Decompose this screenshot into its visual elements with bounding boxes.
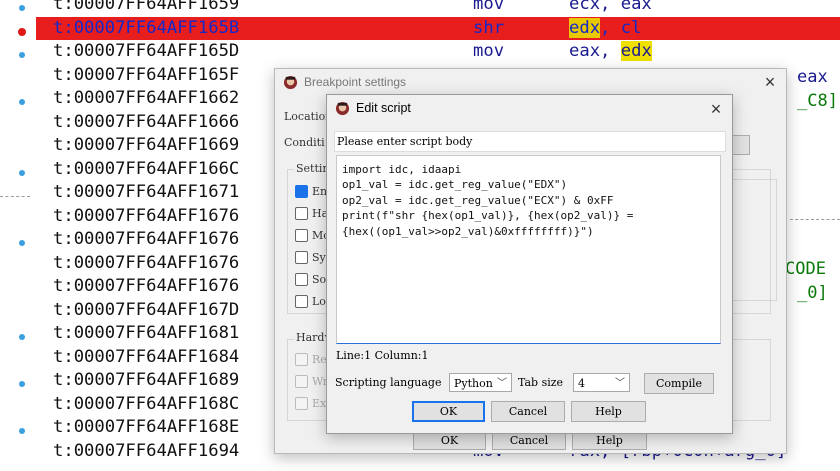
gutter[interactable] (0, 0, 34, 471)
gutter-dot[interactable] (19, 381, 25, 387)
mnemonic: shr (473, 17, 505, 38)
hw-read-checkbox[interactable] (295, 353, 308, 366)
help-button[interactable]: Help (571, 401, 646, 422)
address: t:00007FF64AFF1681 (53, 323, 240, 343)
dialog-title: Breakpoint settings (304, 75, 407, 89)
address: t:00007FF64AFF166C (53, 158, 240, 179)
prompt-header: Please enter script body (334, 131, 726, 152)
address: t:00007FF64AFF1684 (53, 346, 240, 367)
tab-size-value: 4 (578, 377, 585, 390)
address: t:00007FF64AFF168C (53, 393, 240, 414)
condition-label: Conditi (284, 136, 325, 149)
mnemonic: mov (473, 41, 505, 61)
title-bar: Breakpoint settings × (275, 69, 786, 97)
address: t:00007FF64AFF1669 (53, 135, 240, 155)
address: t:00007FF64AFF1676 (53, 229, 240, 249)
disasm-line[interactable]: t:00007FF64AFF165B shr edx, cl (36, 16, 840, 40)
operands: edx, cl (569, 17, 641, 40)
compile-button[interactable]: Compile (644, 373, 714, 394)
address: t:00007FF64AFF1666 (53, 111, 240, 132)
address: t:00007FF64AFF165B (53, 17, 240, 38)
enabled-checkbox[interactable] (295, 185, 308, 198)
address: t:00007FF64AFF1694 (53, 440, 240, 461)
ida-app-icon (283, 75, 298, 90)
mnemonic: mov (473, 0, 505, 14)
operands: eax, edx (569, 40, 652, 63)
chevron-down-icon: ﹀ (497, 378, 507, 389)
ok-button[interactable]: OK (412, 401, 485, 422)
scripting-language-label: Scripting language (335, 376, 442, 389)
address: t:00007FF64AFF1662 (53, 88, 240, 108)
address: t:00007FF64AFF1689 (53, 370, 240, 390)
address: t:00007FF64AFF165D (53, 41, 240, 61)
gutter-dot[interactable] (19, 169, 25, 176)
edit-script-dialog: Edit script × Please enter script body i… (326, 94, 733, 434)
operand-part: edx (620, 41, 652, 61)
symbolic-checkbox[interactable] (295, 251, 308, 264)
prompt-label: Please enter script body (337, 135, 473, 148)
source-checkbox[interactable] (295, 273, 308, 286)
gutter-dot[interactable] (19, 334, 25, 340)
close-icon[interactable]: × (760, 72, 780, 92)
operand-part: edx (569, 17, 601, 38)
chevron-down-icon: ﹀ (615, 378, 625, 389)
cursor-position: Line:1 Column:1 (336, 349, 429, 362)
dialog-title: Edit script (356, 101, 411, 115)
divider (790, 219, 840, 220)
comment-fragment: CODE (785, 259, 826, 279)
gutter-dot[interactable] (19, 52, 25, 58)
gutter-dot[interactable] (19, 5, 25, 11)
address: t:00007FF64AFF167D (53, 299, 240, 320)
address: t:00007FF64AFF1676 (53, 252, 240, 273)
address: t:00007FF64AFF1676 (53, 276, 240, 296)
title-bar: Edit script × (327, 95, 732, 123)
tab-size-select[interactable]: 4 ﹀ (573, 373, 630, 392)
operand-fragment: eax (797, 67, 828, 87)
breakpoint-marker[interactable] (18, 27, 26, 36)
address: t:00007FF64AFF165F (53, 64, 240, 85)
address: t:00007FF64AFF1659 (53, 0, 240, 14)
address: t:00007FF64AFF1676 (53, 205, 240, 226)
operand-part: , cl (600, 17, 642, 38)
lowlevel-checkbox[interactable] (295, 295, 308, 308)
operands: ecx, eax (569, 0, 652, 14)
tab-size-label: Tab size (518, 376, 564, 389)
cancel-button[interactable]: Cancel (491, 401, 565, 422)
disasm-line[interactable]: t:00007FF64AFF165D mov eax, edx (36, 40, 840, 63)
divider (0, 196, 30, 197)
scripting-language-select[interactable]: Python ﹀ (449, 373, 512, 392)
ida-app-icon (335, 101, 350, 116)
operand-fragment: _0] (797, 283, 828, 303)
scripting-language-value: Python (454, 377, 493, 390)
hw-write-checkbox[interactable] (295, 375, 308, 388)
address: t:00007FF64AFF1671 (53, 182, 240, 202)
close-icon[interactable]: × (706, 99, 726, 119)
gutter-dot[interactable] (19, 240, 25, 246)
operand-fragment: _C8] (797, 91, 838, 111)
address: t:00007FF64AFF168E (53, 417, 240, 437)
hw-execute-checkbox[interactable] (295, 397, 308, 410)
hardware-checkbox[interactable] (295, 207, 308, 220)
gutter-dot[interactable] (19, 99, 25, 105)
disasm-line[interactable]: t:00007FF64AFF1659 mov ecx, eax (36, 0, 840, 16)
script-editor[interactable]: import idc, idaapi op1_val = idc.get_reg… (336, 155, 721, 344)
gutter-dot[interactable] (19, 428, 25, 434)
operand-part: eax, (569, 41, 621, 61)
module-checkbox[interactable] (295, 229, 308, 242)
